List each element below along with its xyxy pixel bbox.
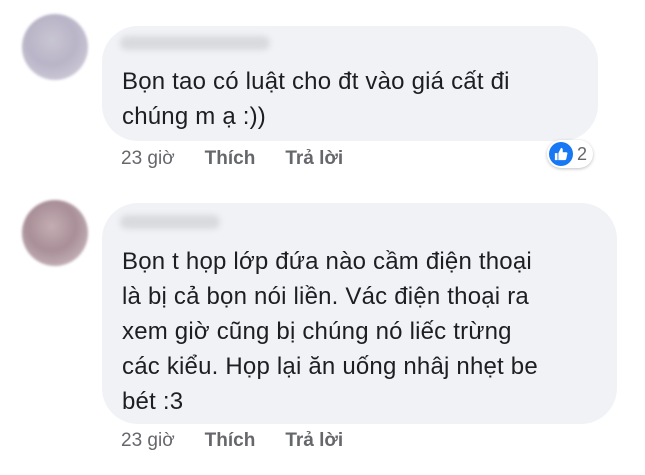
comment-bubble: Bọn t họp lớp đứa nào cầm điện thoại là … — [102, 203, 617, 424]
comment-actions: 23 giờ Thích Trả lời — [121, 148, 343, 170]
reaction-summary[interactable]: 2 — [547, 140, 594, 168]
comment-actions: 23 giờ Thích Trả lời — [121, 430, 343, 452]
comment-timestamp[interactable]: 23 giờ — [121, 148, 175, 170]
comment-text: Bọn tao có luật cho đt vào giá cất đi ch… — [122, 68, 510, 130]
commenter-name-redacted[interactable] — [120, 215, 220, 229]
reply-button[interactable]: Trả lời — [285, 148, 343, 170]
like-icon — [549, 142, 573, 166]
comment-timestamp[interactable]: 23 giờ — [121, 430, 175, 452]
like-button[interactable]: Thích — [205, 148, 256, 170]
comment-bubble: Bọn tao có luật cho đt vào giá cất đi ch… — [102, 26, 598, 141]
reply-button[interactable]: Trả lời — [285, 430, 343, 452]
commenter-name-redacted[interactable] — [120, 36, 270, 50]
comment-text: Bọn t họp lớp đứa nào cầm điện thoại là … — [122, 248, 538, 415]
comment-thread: Bọn tao có luật cho đt vào giá cất đi ch… — [0, 0, 645, 475]
avatar[interactable] — [22, 200, 88, 266]
reaction-count: 2 — [577, 143, 588, 164]
avatar[interactable] — [22, 14, 88, 80]
like-button[interactable]: Thích — [205, 430, 256, 452]
